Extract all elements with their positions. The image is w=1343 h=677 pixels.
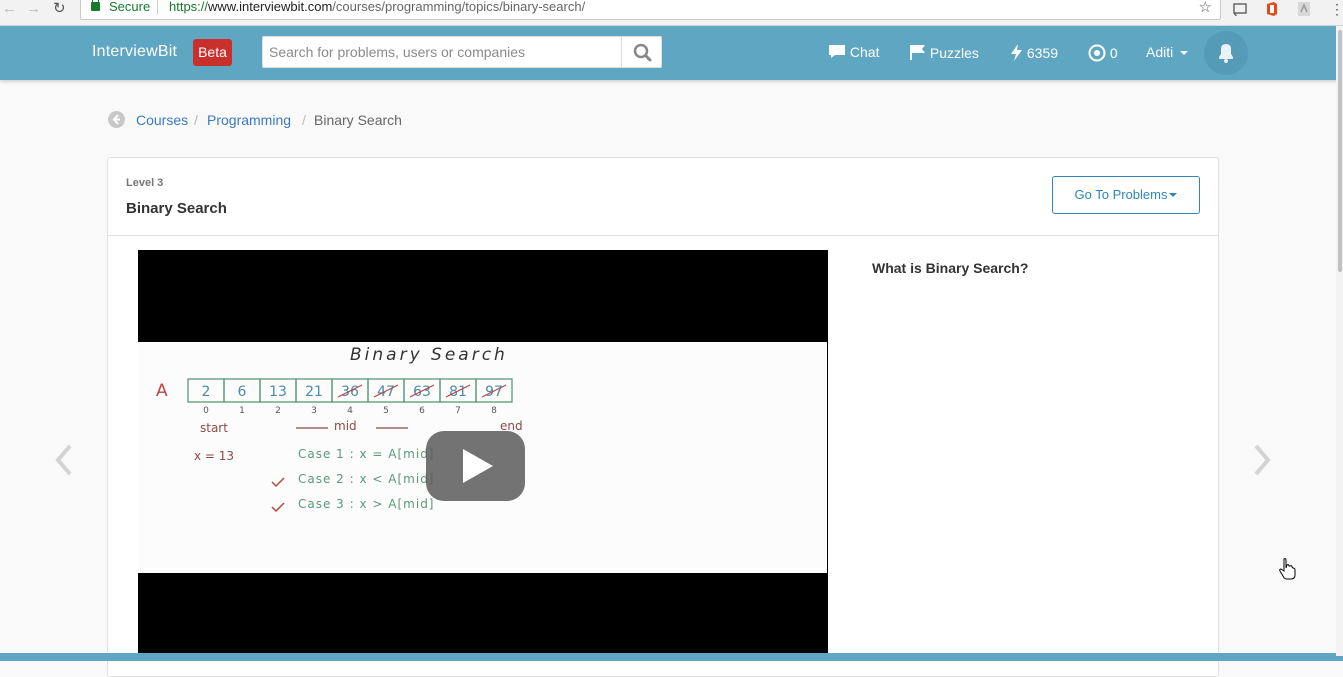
score-value: 6359: [1026, 45, 1059, 61]
array-cell-value: 47: [377, 384, 395, 400]
array-index: 1: [239, 406, 245, 416]
search-input[interactable]: [262, 36, 622, 68]
browser-toolbar: ← → ↻ Secure https://www.interviewbit.co…: [0, 0, 1343, 26]
array-index: 8: [491, 406, 497, 416]
bookmark-star-icon[interactable]: ☆: [1199, 0, 1212, 16]
case-2: Case 2 : x < A[mid]: [298, 472, 435, 486]
case-1: Case 1 : x = A[mid]: [298, 447, 435, 461]
array-index: 5: [383, 406, 389, 416]
check-3-icon: [271, 502, 285, 513]
puzzles-link[interactable]: Puzzles: [909, 44, 979, 61]
array-index: 0: [203, 406, 209, 416]
lightning-bolt-icon: [1011, 44, 1022, 61]
browser-menu-icon[interactable]: ⋮: [1330, 0, 1343, 18]
array-cells: 2 6 13 21 36 47 63 81 97: [187, 378, 513, 403]
topic-title: Binary Search: [126, 200, 227, 217]
address-bar[interactable]: Secure https://www.interviewbit.com/cour…: [80, 0, 1221, 20]
search-icon: [633, 43, 652, 62]
go-to-problems-button[interactable]: Go To Problems: [1052, 176, 1200, 214]
back-arrow-icon[interactable]: ←: [2, 0, 17, 18]
breadcrumb-separator: /: [194, 112, 198, 128]
chat-label: Chat: [849, 44, 880, 60]
secure-label: Secure: [109, 0, 151, 14]
top-navigation: InterviewBit Beta Chat Puzzles 6359 0 Ad…: [0, 26, 1343, 80]
beta-badge: Beta: [193, 39, 232, 66]
slide-heading: Binary Search: [350, 345, 508, 365]
url-divider: [157, 0, 158, 14]
breadcrumb-programming[interactable]: Programming: [207, 112, 291, 128]
streak-value: 0: [1109, 45, 1118, 61]
array-index: 2: [275, 406, 281, 416]
streak-link[interactable]: 0: [1088, 44, 1118, 62]
array-cell-value: 97: [485, 384, 503, 400]
array-cell-value: 36: [341, 384, 359, 400]
topic-card: Level 3 Binary Search Go To Problems Bin…: [107, 157, 1219, 677]
flag-icon: [910, 45, 925, 60]
user-name: Aditi: [1146, 44, 1174, 60]
array-index: 6: [419, 406, 425, 416]
chevron-down-icon: [1180, 51, 1189, 55]
reload-icon[interactable]: ↻: [53, 0, 66, 18]
array-cell-value: 63: [413, 384, 431, 400]
next-topic-arrow-icon[interactable]: [1250, 443, 1274, 477]
array-cell-value: 2: [202, 384, 211, 400]
start-label: start: [200, 421, 228, 435]
pdf-extension-icon[interactable]: [1296, 1, 1312, 17]
array-cell-value: 13: [269, 384, 287, 400]
breadcrumb-courses[interactable]: Courses: [136, 112, 188, 128]
back-icon[interactable]: [108, 111, 125, 128]
topic-card-header: Level 3 Binary Search Go To Problems: [108, 158, 1218, 236]
check-2-icon: [271, 477, 285, 488]
breadcrumb-separator: /: [302, 112, 306, 128]
play-button-icon[interactable]: [426, 431, 525, 501]
array-cell-value: 21: [305, 384, 323, 400]
array-label: A: [156, 381, 168, 401]
notifications-button[interactable]: [1204, 31, 1248, 75]
bottom-bar: [0, 653, 1343, 661]
mid-label: mid: [334, 419, 357, 433]
query-label: x = 13: [194, 449, 234, 463]
array-index: 4: [347, 406, 353, 416]
bell-icon: [1219, 44, 1233, 63]
lock-icon: [91, 0, 100, 11]
office-icon[interactable]: [1264, 1, 1280, 17]
array-indices: 0 1 2 3 4 5 6 7 8: [203, 406, 497, 416]
chat-link[interactable]: Chat: [828, 44, 879, 60]
caret-down-icon: [1169, 193, 1178, 197]
array-index: 3: [311, 406, 317, 416]
breadcrumb-current: Binary Search: [314, 112, 402, 128]
score-link[interactable]: 6359: [1010, 44, 1058, 61]
url-path: /courses/programming/topics/binary-searc…: [332, 0, 586, 14]
level-label: Level 3: [126, 177, 164, 189]
video-question-title: What is Binary Search?: [872, 260, 1029, 276]
scrollbar-thumb[interactable]: [1338, 30, 1342, 272]
puzzles-label: Puzzles: [929, 45, 979, 61]
chat-bubble-icon: [829, 45, 845, 58]
array-index: 7: [455, 406, 461, 416]
previous-topic-arrow-icon[interactable]: [52, 443, 76, 477]
url-scheme: https://: [169, 0, 209, 14]
user-menu[interactable]: Aditi: [1146, 44, 1189, 60]
go-to-problems-label: Go To Problems: [1074, 187, 1168, 202]
case-3: Case 3 : x > A[mid]: [298, 497, 435, 511]
search-button[interactable]: [621, 36, 662, 68]
arrow-left-icon: [112, 114, 120, 125]
hand-cursor-icon: [1279, 558, 1296, 580]
url-domain: www.interviewbit.com: [208, 0, 333, 14]
array-cell-value: 81: [449, 384, 467, 400]
array-cell-value: 6: [238, 384, 247, 400]
forward-arrow-icon[interactable]: →: [26, 0, 41, 18]
cast-icon[interactable]: [1232, 1, 1248, 17]
target-icon: [1088, 44, 1106, 62]
brand-logo[interactable]: InterviewBit: [92, 43, 177, 61]
url-text[interactable]: https://www.interviewbit.com/courses/pro…: [169, 0, 585, 14]
video-player[interactable]: Binary Search A 2 6 13 21 36 47 63 81 97 0 1 2 3 4 5 6…: [138, 250, 828, 655]
